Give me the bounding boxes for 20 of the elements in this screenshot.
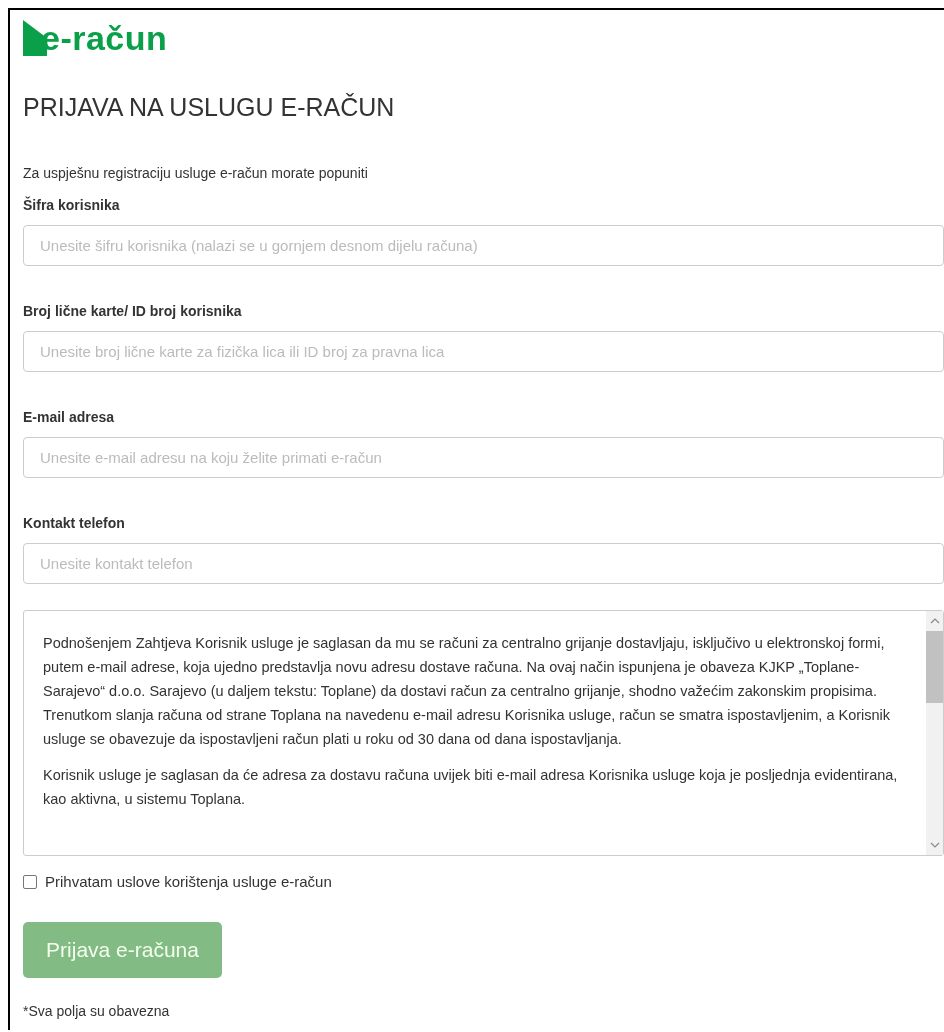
scrollbar[interactable] [926, 611, 943, 855]
input-field[interactable]: Unesite šifru korisnika (nalazi se u gornjem desnom dijelu računa) [23, 225, 944, 266]
field-label: Broj lične karte/ ID broj korisnika [23, 302, 243, 320]
field-label: Kontakt telefon [23, 514, 126, 532]
scroll-down-icon[interactable] [929, 841, 940, 849]
input-field[interactable]: Unesite broj lične karte za fizička lica ili ID broj za pravna lica [23, 331, 944, 372]
logo: e-račun [41, 20, 168, 56]
terms-paragraph: Korisnik usluge je saglasan da će adresa za dostavu računa uvijek biti e-mail adresa Korisnika usluge koja je posljednja evidentirana, kao aktivna, u sistemu Toplana. [43, 766, 899, 809]
scroll-thumb[interactable] [926, 631, 943, 703]
required-note: *Sva polja su obavezna [23, 1002, 171, 1020]
terms-paragraph: Podnošenjem Zahtjeva Korisnik usluge je saglasan da mu se računi za centralno grijanje dostavljaju, isključivo u elektronskoj formi, putem e-mail adrese, koja ujedno predstavlja novu adresu dostave računa. Na ovaj način ispunjena je obaveza KJKP „Toplane-Sarajevo“ d.o.o. Sarajevo (u daljem tekstu: Toplane) da dostavi račun za centralno grijanje, shodno važećim zakonskim propisima. Trenutkom slanja računa od strane Toplana na navedenu e-mail adresu Korisnika usluge, račun se smatra ispostavljenim, a Korisnik usluge se obavezuje da ispostavljeni račun plati u roku od 30 dana od dana ispostavljanja. [43, 634, 892, 749]
scroll-up-icon[interactable] [929, 617, 940, 625]
checkbox[interactable] [23, 875, 37, 889]
field-label: E-mail adresa [23, 408, 116, 426]
checkbox-label[interactable]: Prihvatam uslove korištenja usluge e-račun [45, 873, 332, 891]
input-field[interactable]: Unesite e-mail adresu na koju želite primati e-račun [23, 437, 944, 478]
field-label: Šifra korisnika [23, 196, 121, 214]
input-field[interactable]: Unesite kontakt telefon [23, 543, 944, 584]
page-title: PRIJAVA NA USLUGU E-RAČUN [23, 92, 396, 122]
intro-text: Za uspješnu registraciju usluge e-račun morate popuniti [23, 164, 369, 182]
